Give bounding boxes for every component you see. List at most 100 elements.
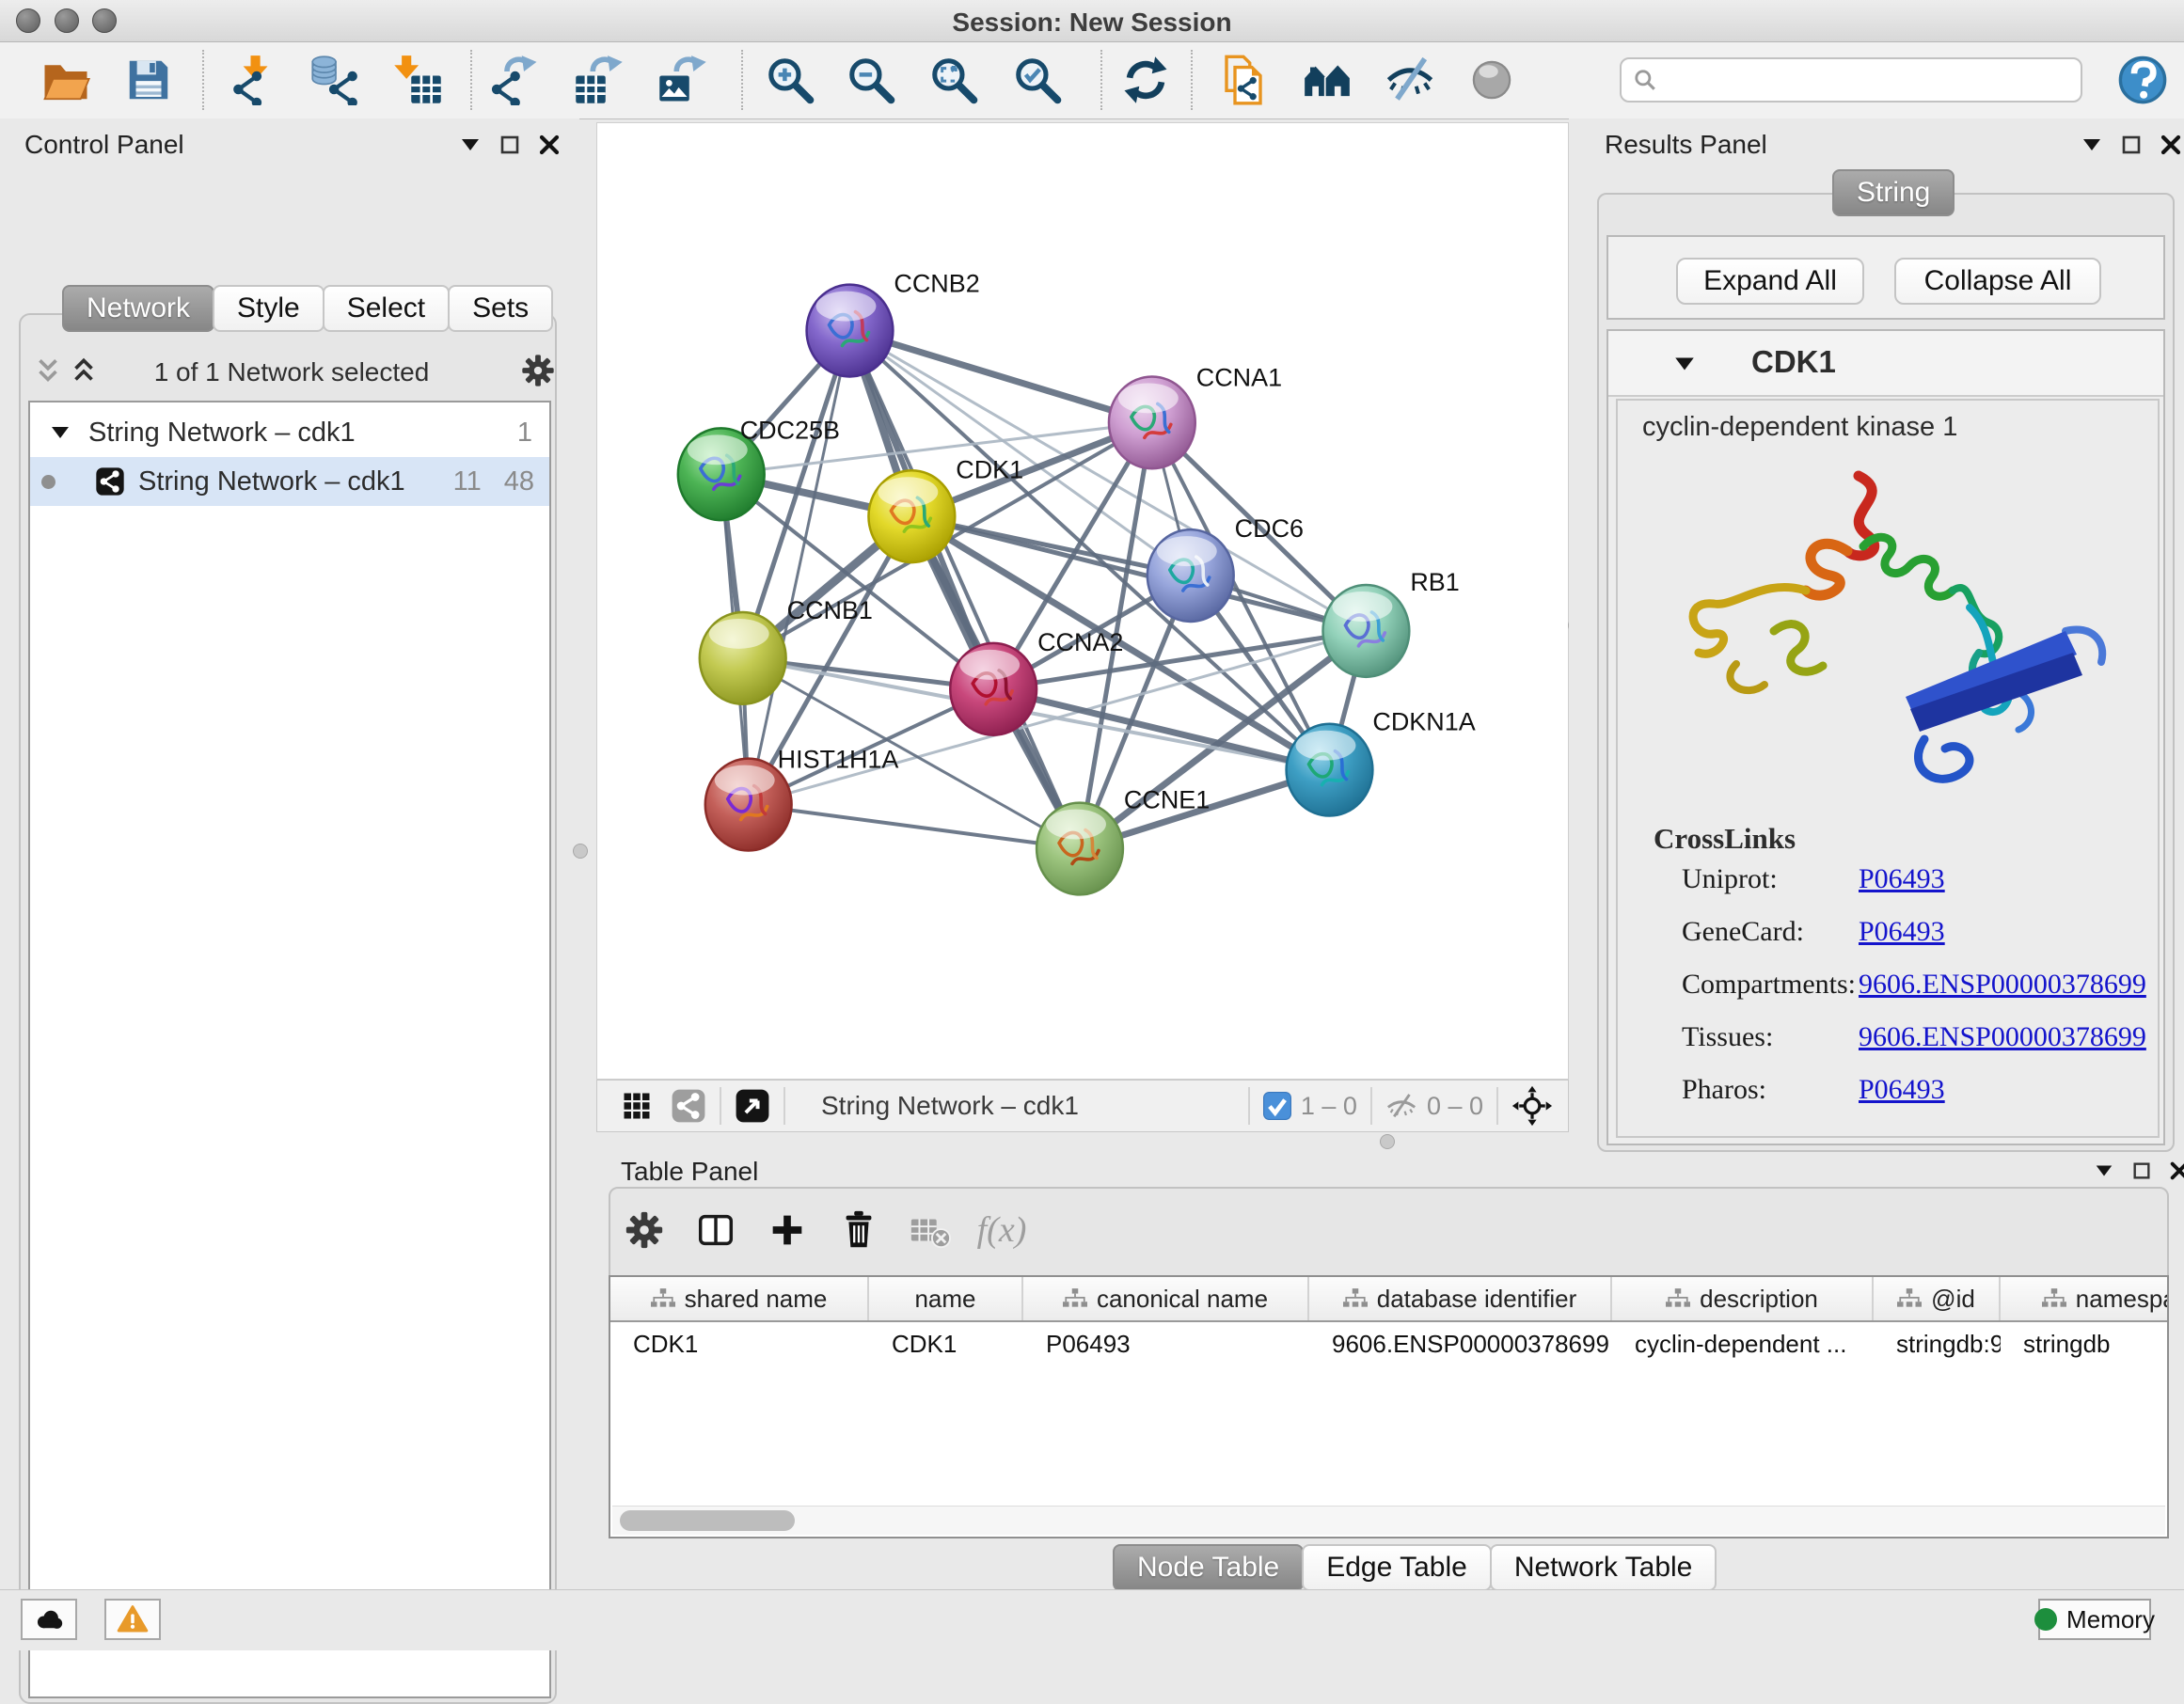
tab-network[interactable]: Network [62, 285, 214, 332]
column-header-@id[interactable]: @id [1874, 1277, 2001, 1320]
protein-card-header[interactable]: CDK1 [1608, 331, 2163, 397]
apply-layout-button[interactable] [1117, 52, 1174, 108]
toolbar-separator [1191, 50, 1193, 110]
help-button[interactable] [2114, 52, 2171, 108]
delete-column-button[interactable] [832, 1204, 885, 1256]
left-splitter-handle[interactable] [573, 844, 588, 859]
float-panel-icon[interactable] [2120, 134, 2143, 156]
protein-structure-image [1623, 457, 2156, 805]
close-panel-icon[interactable] [2169, 1160, 2184, 1181]
zoom-fit-button[interactable] [926, 52, 982, 108]
float-panel-icon[interactable] [499, 134, 521, 156]
node-CDKN1A[interactable] [1287, 724, 1373, 816]
network-graph[interactable]: CCNB2CCNA1CDC25BCDK1CDC6RB1CCNB1CCNA2CDK… [597, 123, 1568, 1079]
close-panel-icon[interactable] [538, 134, 561, 156]
zoom-selected-button[interactable] [1009, 52, 1066, 108]
crosslink-link[interactable]: 9606.ENSP00000378699 [1859, 1021, 2146, 1053]
clone-network-button[interactable] [1215, 52, 1272, 108]
tab-string[interactable]: String [1832, 169, 1955, 216]
zoom-out-button[interactable] [843, 52, 899, 108]
table-row[interactable]: CDK1CDK1P064939606.ENSP00000378699cyclin… [610, 1322, 2167, 1365]
gear-icon [623, 1208, 666, 1252]
expander-icon[interactable] [49, 421, 71, 444]
crosslink-link[interactable]: 9606.ENSP00000378699 [1859, 969, 2146, 1001]
graphics-details-icon[interactable] [620, 1089, 654, 1123]
zoom-in-button[interactable] [762, 52, 818, 108]
node-RB1[interactable] [1322, 585, 1409, 677]
detach-view-icon[interactable] [735, 1088, 770, 1124]
node-CDK1[interactable] [868, 470, 955, 562]
import-table-file-button[interactable] [389, 52, 446, 108]
show-all-button[interactable] [1464, 52, 1520, 108]
crosslink-link[interactable]: P06493 [1859, 1074, 1945, 1106]
expand-all-button[interactable]: Expand All [1676, 258, 1864, 305]
protein-card-body: cyclin-dependent kinase 1 CrossLinks Uni… [1616, 399, 2160, 1138]
collection-count: 1 [517, 418, 532, 449]
save-session-button[interactable] [120, 52, 177, 108]
close-panel-icon[interactable] [2160, 134, 2182, 156]
search-icon [1633, 68, 1657, 92]
node-CDC6[interactable] [1147, 529, 1234, 622]
export-table-button[interactable] [571, 52, 627, 108]
import-network-file-button[interactable] [227, 52, 283, 108]
selected-checkbox-icon[interactable] [1263, 1092, 1291, 1120]
tab-select[interactable]: Select [323, 285, 450, 332]
bottom-splitter-handle[interactable] [1380, 1134, 1395, 1149]
column-header-database-identifier[interactable]: database identifier [1309, 1277, 1612, 1320]
table-settings-button[interactable] [618, 1204, 671, 1256]
plus-icon [766, 1208, 809, 1252]
tab-sets[interactable]: Sets [448, 285, 553, 332]
node-CCNB1[interactable] [700, 612, 786, 704]
tab-node-table[interactable]: Node Table [1113, 1544, 1304, 1591]
node-label-CCNA2: CCNA2 [1037, 628, 1123, 656]
collapse-panel-icon[interactable] [2081, 134, 2103, 156]
function-builder-button[interactable]: f(x) [975, 1204, 1028, 1256]
collapse-all-networks-icon[interactable] [32, 355, 64, 387]
column-type-icon [1343, 1288, 1368, 1309]
node-CCNB2[interactable] [807, 285, 894, 377]
search-input[interactable] [1657, 62, 2081, 98]
tab-style[interactable]: Style [213, 285, 324, 332]
edge-CCNB2-CCNA1[interactable] [849, 331, 1151, 423]
first-neighbors-button[interactable] [1299, 52, 1355, 108]
tab-network-table[interactable]: Network Table [1490, 1544, 1717, 1591]
collapse-panel-icon[interactable] [2094, 1160, 2114, 1181]
network-type-icon[interactable] [671, 1088, 706, 1124]
scrollbar-thumb[interactable] [620, 1510, 795, 1531]
network-canvas[interactable]: CCNB2CCNA1CDC25BCDK1CDC6RB1CCNB1CCNA2CDK… [596, 122, 1569, 1080]
tab-edge-table[interactable]: Edge Table [1302, 1544, 1492, 1591]
export-image-button[interactable] [655, 52, 711, 108]
cloud-status-button[interactable] [21, 1599, 77, 1640]
delete-table-button[interactable] [904, 1204, 957, 1256]
edge-CCNB2-HIST1H1A[interactable] [749, 331, 850, 805]
float-panel-icon[interactable] [2131, 1160, 2152, 1181]
birdseye-navigator-icon[interactable] [1511, 1085, 1553, 1127]
memory-button[interactable]: Memory [2038, 1599, 2151, 1640]
toggle-columns-button[interactable] [689, 1204, 742, 1256]
node-CCNE1[interactable] [1037, 803, 1123, 895]
collapse-all-button[interactable]: Collapse All [1894, 258, 2101, 305]
edge-HIST1H1A-CCNE1[interactable] [749, 805, 1080, 849]
hide-selected-button[interactable] [1382, 52, 1438, 108]
import-network-database-button[interactable] [308, 52, 364, 108]
network-options-gear-icon[interactable] [519, 352, 557, 389]
column-header-name[interactable]: name [869, 1277, 1023, 1320]
add-column-button[interactable] [761, 1204, 814, 1256]
horizontal-scrollbar[interactable] [612, 1506, 2165, 1535]
collapse-panel-icon[interactable] [459, 134, 482, 156]
collapse-entry-icon[interactable] [1672, 352, 1697, 376]
open-session-button[interactable] [38, 52, 94, 108]
node-CCNA2[interactable] [950, 643, 1037, 735]
network-collection-row[interactable]: String Network – cdk1 1 [30, 408, 549, 457]
column-header-namespace[interactable]: namespace [2001, 1277, 2169, 1320]
column-header-shared-name[interactable]: shared name [610, 1277, 869, 1320]
export-network-button[interactable] [487, 52, 544, 108]
warnings-button[interactable] [104, 1599, 161, 1640]
expand-all-networks-icon[interactable] [68, 355, 100, 387]
column-header-canonical-name[interactable]: canonical name [1023, 1277, 1309, 1320]
node-CCNA1[interactable] [1109, 376, 1195, 468]
network-row[interactable]: String Network – cdk1 11 48 [30, 457, 549, 506]
crosslink-link[interactable]: P06493 [1859, 863, 1945, 895]
column-header-description[interactable]: description [1612, 1277, 1874, 1320]
crosslink-link[interactable]: P06493 [1859, 916, 1945, 948]
